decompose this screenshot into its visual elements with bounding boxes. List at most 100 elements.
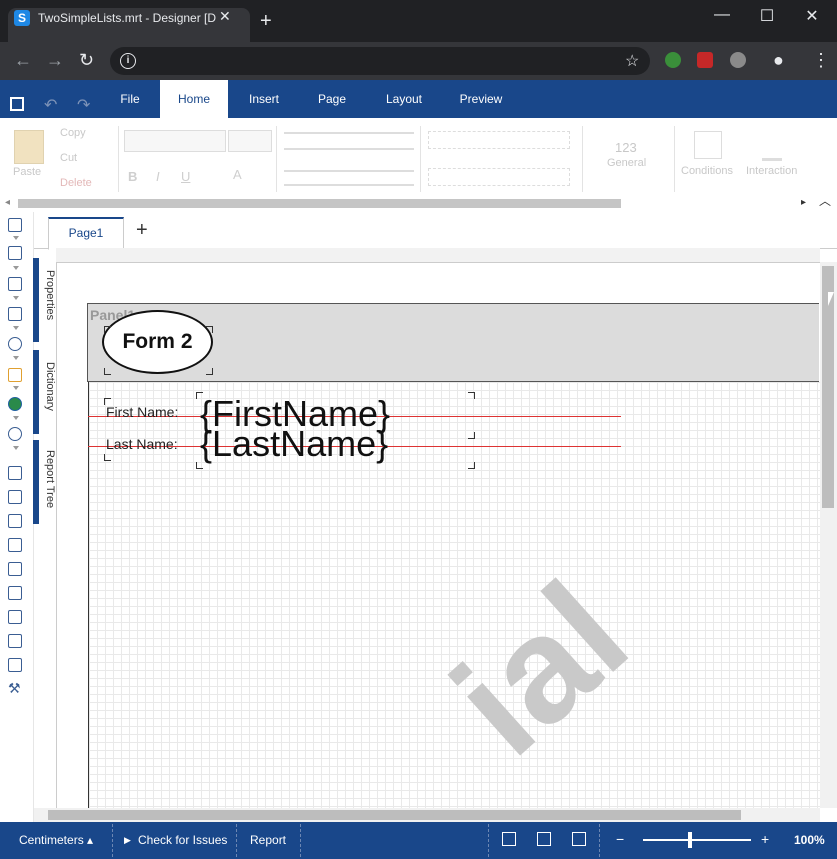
zoom-slider[interactable] [643,839,751,841]
zoom-in-button[interactable]: + [761,831,769,847]
page-width-icon[interactable] [502,832,516,846]
tab-page1[interactable]: Page1 [48,217,124,250]
delete-button[interactable]: Delete [60,177,92,189]
number-format-button[interactable]: General [607,157,646,169]
selection-corner[interactable] [468,392,475,399]
selection-corner[interactable] [104,454,111,461]
units-dropdown[interactable]: Centimeters ▴ [19,833,93,847]
chart-icon[interactable] [8,368,22,382]
last-name-label[interactable]: Last Name: [106,436,178,452]
cross-band-icon[interactable] [8,307,22,321]
font-color-button[interactable]: A [233,167,242,182]
bookmark-star-icon[interactable]: ☆ [625,51,639,71]
zoom-slider-thumb[interactable] [688,832,692,848]
conditions-button[interactable]: Conditions [681,165,733,177]
form-title-ellipse[interactable]: Form 2 [102,310,213,374]
selection-corner[interactable] [206,368,213,375]
tab-close-icon[interactable]: ✕ [219,8,231,25]
first-name-label[interactable]: First Name: [106,404,178,420]
selection-corner[interactable] [104,368,111,375]
checkbox-icon[interactable] [8,658,22,672]
interaction-button[interactable]: Interaction [746,165,797,177]
pdf-extension-icon[interactable] [697,52,713,68]
selection-corner[interactable] [206,326,213,333]
last-name-field[interactable]: {LastName} [200,426,388,462]
align-buttons[interactable] [284,132,414,150]
maximize-icon[interactable]: ☐ [745,6,789,26]
extension-icon[interactable] [665,52,681,68]
text-icon[interactable] [8,466,22,480]
clone-icon[interactable] [8,586,22,600]
paste-button[interactable]: Paste [13,166,41,178]
paste-icon[interactable] [14,130,44,164]
selection-corner[interactable] [468,432,475,439]
border-style-buttons[interactable] [428,168,570,186]
redo-icon[interactable]: ↷ [77,95,90,115]
properties-panel-tab[interactable] [33,258,39,342]
scroll-left-icon[interactable]: ◂ [5,197,10,208]
data-band-icon[interactable] [8,277,22,291]
reload-icon[interactable]: ↻ [79,50,94,71]
selection-corner[interactable] [196,392,203,399]
status-separator [112,824,114,857]
new-tab-button[interactable]: + [260,11,272,31]
tools-icon[interactable]: ⚒ [8,680,21,697]
border-buttons[interactable] [428,131,570,149]
address-bar[interactable] [110,47,650,75]
undo-icon[interactable]: ↶ [44,95,57,115]
selection-corner[interactable] [196,462,203,469]
underline-button[interactable]: U [181,169,190,184]
save-icon[interactable] [10,97,24,111]
panel-icon[interactable] [8,562,22,576]
copy-button[interactable]: Copy [60,127,86,139]
window-close-icon[interactable]: ✕ [790,6,834,26]
tab-page[interactable]: Page [304,80,360,118]
table-icon[interactable] [8,634,22,648]
barcode-icon[interactable] [8,538,22,552]
map-icon[interactable] [8,397,22,411]
minimize-icon[interactable]: — [700,6,744,24]
multiple-pages-icon[interactable] [572,832,586,846]
collapse-ribbon-icon[interactable]: ︿ [819,192,831,209]
whole-page-icon[interactable] [537,832,551,846]
report-title-band-icon[interactable] [8,218,22,232]
image-icon[interactable] [8,514,22,528]
horizontal-scroll-thumb[interactable] [48,810,741,820]
info-icon[interactable]: i [120,53,136,69]
selection-corner[interactable] [104,326,111,333]
cut-button[interactable]: Cut [60,152,77,164]
report-tree-panel-tab[interactable] [33,440,39,524]
shapes-icon[interactable] [8,337,22,351]
selection-corner[interactable] [104,398,111,405]
dictionary-panel-label[interactable]: Dictionary [40,362,56,411]
tab-insert[interactable]: Insert [236,80,292,118]
tab-layout[interactable]: Layout [374,80,434,118]
header-band-icon[interactable] [8,246,22,260]
forward-icon[interactable]: → [46,50,64,71]
tab-file[interactable]: File [106,80,154,118]
add-page-button[interactable]: + [136,219,148,242]
browser-menu-icon[interactable]: ⋮ [812,50,830,71]
profile-icon[interactable]: ● [773,50,784,71]
ribbon-scroll-thumb[interactable] [18,199,621,208]
report-tree-panel-label[interactable]: Report Tree [40,450,56,508]
bold-button[interactable]: B [128,169,137,184]
font-name-dropdown[interactable] [124,130,226,152]
italic-button[interactable]: I [156,169,160,184]
justify-buttons[interactable] [284,170,414,186]
report-button[interactable]: Report [250,833,286,847]
sub-report-icon[interactable] [8,610,22,624]
dictionary-panel-tab[interactable] [33,350,39,434]
font-size-dropdown[interactable] [228,130,272,152]
scroll-right-icon[interactable]: ▸ [801,197,806,208]
back-icon[interactable]: ← [14,50,32,71]
gauge-icon[interactable] [8,427,22,441]
rich-text-icon[interactable] [8,490,22,504]
tab-home[interactable]: Home [160,80,228,120]
tab-preview[interactable]: Preview [448,80,514,118]
zoom-out-button[interactable]: − [616,831,624,847]
properties-panel-label[interactable]: Properties [40,270,56,320]
check-issues-button[interactable]: Check for Issues [138,833,227,847]
cloud-extension-icon[interactable] [730,52,746,68]
selection-corner[interactable] [468,462,475,469]
